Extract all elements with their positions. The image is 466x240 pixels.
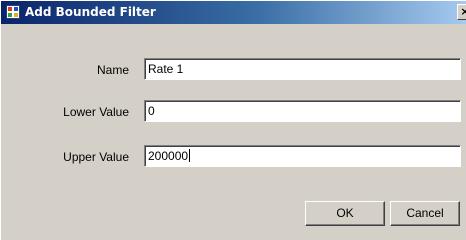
title-bar[interactable]: Add Bounded Filter × [1,1,466,24]
ok-button[interactable]: OK [305,201,385,226]
upper-value-field[interactable]: 200000 [144,145,461,167]
close-icon[interactable]: × [457,4,466,20]
text-caret [189,149,191,162]
name-field-value: Rate 1 [148,62,184,76]
add-bounded-filter-dialog: Add Bounded Filter × Name Rate 1 Lower V… [0,0,466,240]
lower-value-field[interactable]: 0 [144,100,461,122]
upper-value-field-value: 200000 [148,149,189,163]
app-window-icon [6,5,20,19]
window-title: Add Bounded Filter [25,5,156,19]
lower-value-label: Lower Value [63,105,129,119]
cancel-button[interactable]: Cancel [390,201,460,226]
name-field[interactable]: Rate 1 [144,58,461,80]
name-label: Name [96,63,129,77]
lower-value-field-value: 0 [148,104,155,118]
upper-value-label: Upper Value [63,150,129,164]
